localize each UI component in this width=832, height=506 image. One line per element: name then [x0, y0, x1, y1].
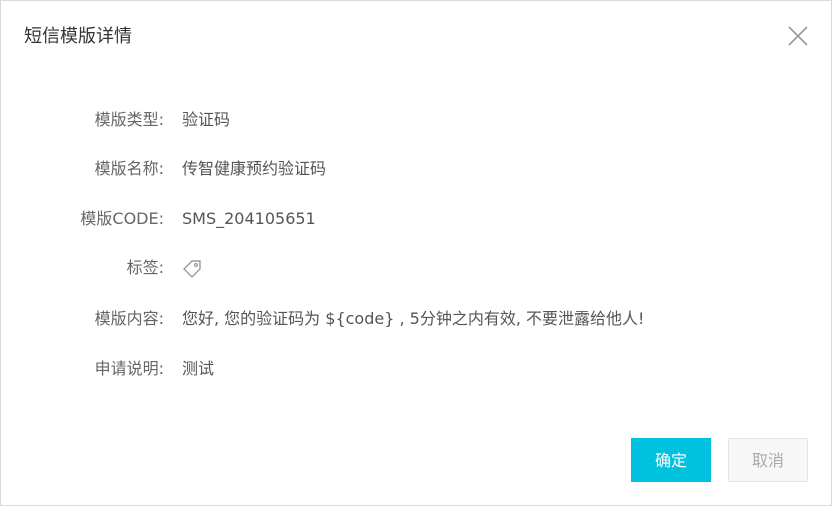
application-note-value: 测试	[182, 359, 215, 378]
template-content-value: 您好, 您的验证码为 ${code} , 5分钟之内有效, 不要泄露给他人!	[182, 309, 645, 328]
detail-row-template-type: 模版类型: 验证码	[1, 108, 831, 132]
application-note-label: 申请说明:	[94, 359, 164, 378]
template-type-value: 验证码	[182, 110, 231, 129]
sms-template-detail-dialog: 短信模版详情 模版类型: 验证码 模版名称: 传智健康预约验证码 模版CODE:…	[0, 0, 832, 506]
close-icon	[788, 26, 808, 46]
template-name-label: 模版名称:	[94, 159, 164, 178]
template-code-label: 模版CODE:	[80, 209, 164, 228]
detail-row-tags: 标签:	[1, 256, 831, 280]
tags-label: 标签:	[126, 258, 164, 277]
template-type-label: 模版类型:	[94, 110, 164, 129]
confirm-button[interactable]: 确定	[631, 438, 711, 482]
tag-icon[interactable]	[181, 257, 203, 279]
template-content-label: 模版内容:	[94, 309, 164, 328]
detail-row-template-content: 模版内容: 您好, 您的验证码为 ${code} , 5分钟之内有效, 不要泄露…	[1, 307, 831, 331]
close-button[interactable]	[787, 25, 809, 47]
cancel-button[interactable]: 取消	[728, 438, 808, 482]
detail-row-template-code: 模版CODE: SMS_204105651	[1, 207, 831, 231]
dialog-title: 短信模版详情	[24, 26, 132, 47]
template-code-value: SMS_204105651	[182, 209, 316, 228]
detail-row-application-note: 申请说明: 测试	[1, 357, 831, 381]
template-name-value: 传智健康预约验证码	[182, 159, 327, 178]
detail-row-template-name: 模版名称: 传智健康预约验证码	[1, 157, 831, 181]
